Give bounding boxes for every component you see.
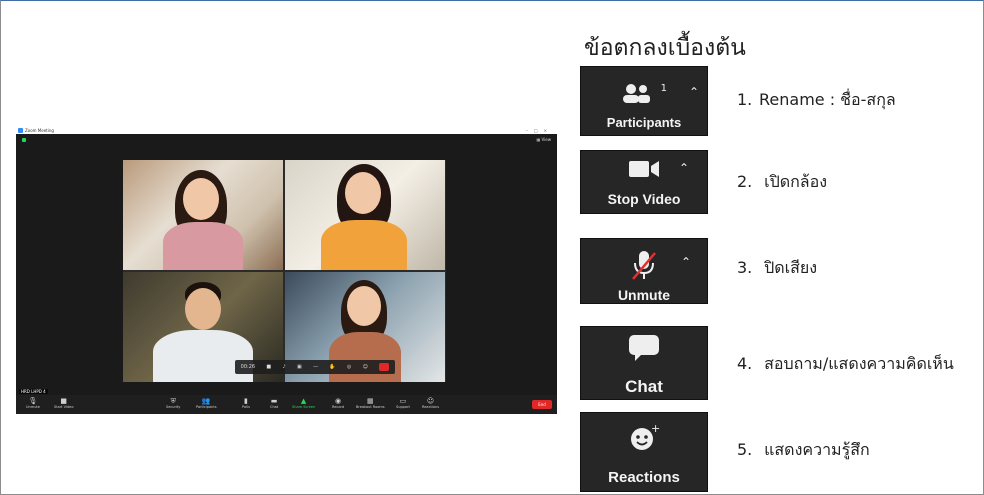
participants-button[interactable]: 👥 Participants bbox=[196, 397, 217, 410]
participants-card: 1 ⌃ Participants bbox=[580, 66, 708, 136]
reactions-button[interactable]: ☺ Reactions bbox=[422, 397, 439, 410]
view-button[interactable]: ▦ View bbox=[536, 137, 551, 142]
chat-button[interactable]: ▬ Chat bbox=[270, 397, 278, 410]
unmute-card: ⌃ Unmute bbox=[580, 238, 708, 304]
record-button[interactable]: ◉ Record bbox=[332, 397, 344, 410]
support-button[interactable]: ▭ Support bbox=[396, 397, 410, 410]
mic-icon[interactable]: ♪ bbox=[282, 364, 285, 370]
chat-card: Chat bbox=[580, 326, 708, 400]
participants-icon: 👥 bbox=[201, 397, 211, 405]
breakout-rooms-button[interactable]: ▦ Breakout Rooms bbox=[356, 397, 385, 410]
video-icon: ■ bbox=[60, 397, 68, 405]
window-title: Zoom Meeting bbox=[25, 128, 54, 133]
chevron-up-icon: ⌃ bbox=[689, 85, 700, 99]
breakout-rooms-icon: ▦ bbox=[366, 397, 374, 405]
time-label: 00:26 bbox=[240, 364, 256, 370]
hand-icon[interactable]: ✋ bbox=[329, 364, 335, 370]
instruction-item-2: 2. เปิดกล้อง bbox=[737, 172, 828, 191]
support-icon: ▭ bbox=[399, 397, 407, 405]
participant-video-tile[interactable] bbox=[285, 160, 445, 270]
instruction-item-1: 1. Rename : ชื่อ-สกุล bbox=[737, 90, 896, 109]
instruction-item-3: 3. ปิดเสียง bbox=[737, 258, 818, 277]
hangup-icon[interactable] bbox=[379, 363, 390, 371]
security-button[interactable]: ⛨ Security bbox=[166, 397, 180, 410]
share-screen-icon: ▲ bbox=[300, 397, 307, 405]
reactions-icon: + bbox=[581, 422, 707, 457]
title-bar: Zoom Meeting –□× bbox=[16, 127, 557, 134]
chat-icon bbox=[581, 333, 707, 367]
polls-icon: ▮ bbox=[244, 397, 248, 405]
polls-button[interactable]: ▮ Polls bbox=[242, 397, 250, 410]
instruction-item-4: 4. สอบถาม/แสดงความคิดเห็น bbox=[737, 354, 954, 373]
chat-icon[interactable]: ◎ bbox=[347, 364, 351, 370]
reactions-icon: ☺ bbox=[426, 397, 435, 405]
chat-icon: ▬ bbox=[270, 397, 278, 405]
mic-muted-icon: 🎙 bbox=[28, 397, 38, 405]
participant-video-tile[interactable] bbox=[123, 160, 283, 270]
svg-text:+: + bbox=[651, 423, 660, 435]
instructions-heading: ข้อตกลงเบื้องต้น bbox=[584, 35, 746, 61]
video-overlay-controls: 00:26 ■ ♪ ▣ — ✋ ◎ ☺ bbox=[235, 360, 395, 374]
meeting-toolbar: 🎙 Unmute ■ Start Video ⛨ Security 👥 Part… bbox=[16, 395, 557, 414]
end-meeting-button[interactable]: End bbox=[532, 400, 552, 409]
people-icon[interactable]: ☺ bbox=[363, 364, 368, 370]
reactions-card: + Reactions bbox=[580, 412, 708, 492]
more-icon[interactable]: — bbox=[313, 364, 318, 370]
shield-icon: ⛨ bbox=[170, 397, 176, 405]
zoom-logo-icon bbox=[18, 128, 23, 133]
video-gallery: 00:26 ■ ♪ ▣ — ✋ ◎ ☺ bbox=[123, 160, 446, 382]
chevron-up-icon: ⌃ bbox=[681, 255, 692, 269]
share-screen-button[interactable]: ▲ Share Screen bbox=[292, 397, 315, 410]
unmute-button[interactable]: 🎙 Unmute bbox=[26, 397, 40, 410]
start-video-button[interactable]: ■ Start Video bbox=[54, 397, 73, 410]
zoom-meeting-window: Zoom Meeting –□× ▦ View 00:26 ■ ♪ ▣ — ✋ … bbox=[16, 127, 557, 414]
record-icon: ◉ bbox=[334, 397, 342, 405]
instruction-item-5: 5. แสดงความรู้สึก bbox=[737, 440, 870, 459]
camera-icon[interactable]: ■ bbox=[266, 364, 271, 370]
window-controls[interactable]: –□× bbox=[526, 127, 553, 134]
encryption-shield-icon[interactable] bbox=[22, 138, 26, 142]
self-name-tag: HRD LHPD 4 bbox=[19, 389, 48, 394]
stop-video-card: ⌃ Stop Video bbox=[580, 150, 708, 214]
chevron-up-icon: ⌃ bbox=[679, 161, 690, 175]
share-icon[interactable]: ▣ bbox=[297, 364, 302, 370]
